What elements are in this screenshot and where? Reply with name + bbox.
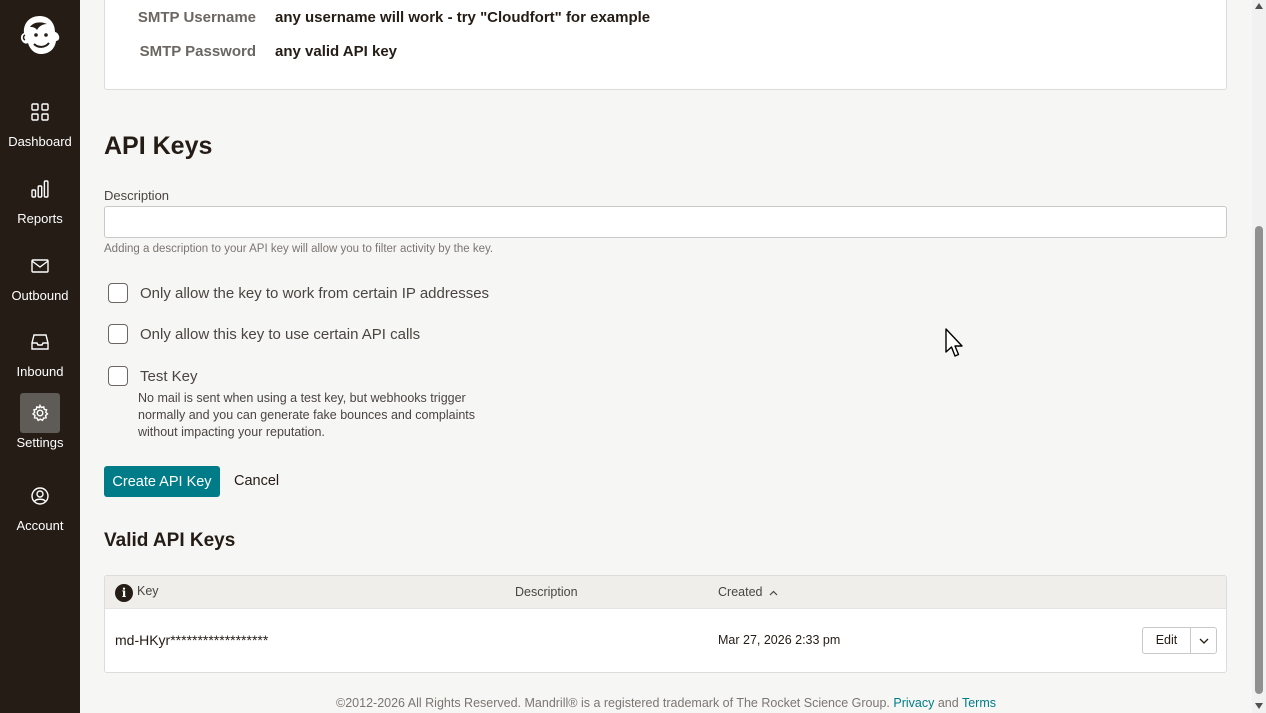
sidebar-item-label: Dashboard: [8, 134, 72, 149]
api-calls-restriction-label[interactable]: Only allow this key to use certain API c…: [140, 326, 420, 343]
sort-ascending-icon: [769, 590, 778, 596]
chevron-down-icon: [1199, 638, 1208, 644]
info-icon[interactable]: i: [115, 584, 133, 602]
sidebar: Dashboard Reports Outbound Inbound Setti…: [0, 0, 80, 713]
envelope-icon: [20, 246, 60, 286]
column-header-description[interactable]: Description: [515, 585, 578, 599]
smtp-username-row: SMTP Username any username will work - t…: [105, 9, 650, 26]
smtp-username-value: any username will work - try "Cloudfort"…: [275, 9, 651, 26]
api-key-value: md-HKyr******************: [115, 632, 269, 648]
smtp-credentials-card: SMTP Username any username will work - t…: [104, 0, 1227, 90]
column-header-created-label: Created: [718, 585, 763, 599]
smtp-password-label: SMTP Password: [139, 43, 256, 60]
create-api-key-button[interactable]: Create API Key: [104, 466, 220, 497]
smtp-username-label: SMTP Username: [137, 9, 256, 26]
column-header-created[interactable]: Created: [718, 585, 778, 599]
sidebar-item-inbound[interactable]: Inbound: [0, 322, 80, 392]
table-header: i Key Description Created: [105, 576, 1226, 609]
sidebar-item-outbound[interactable]: Outbound: [0, 246, 80, 316]
test-key-option: Test Key: [108, 366, 198, 386]
sidebar-item-label: Inbound: [16, 364, 64, 379]
terms-link[interactable]: Terms: [962, 696, 996, 710]
api-keys-heading: API Keys: [104, 132, 213, 160]
description-label: Description: [104, 188, 170, 203]
ip-restriction-option: Only allow the key to work from certain …: [108, 283, 489, 303]
sidebar-item-label: Reports: [17, 211, 63, 226]
description-input[interactable]: [104, 206, 1227, 238]
footer-copyright: ©2012-2026 All Rights Reserved. Mandrill…: [336, 696, 890, 710]
sidebar-item-account[interactable]: Account: [0, 476, 80, 546]
grid-icon: [20, 92, 60, 132]
mouse-cursor-icon: [945, 328, 963, 357]
api-keys-table: i Key Description Created md-HKyr*******…: [104, 575, 1227, 673]
ip-restriction-checkbox[interactable]: [108, 283, 128, 303]
footer-and: and: [937, 696, 959, 710]
column-header-key[interactable]: Key: [137, 584, 159, 598]
sidebar-item-label: Account: [16, 518, 64, 533]
valid-api-keys-heading: Valid API Keys: [104, 530, 236, 551]
test-key-note: No mail is sent when using a test key, b…: [138, 391, 476, 439]
test-key-label[interactable]: Test Key: [140, 368, 198, 385]
page-scrollbar[interactable]: [1252, 0, 1266, 713]
api-key-created: Mar 27, 2026 2:33 pm: [718, 633, 841, 647]
sidebar-item-reports[interactable]: Reports: [0, 169, 80, 239]
inbox-icon: [20, 322, 60, 362]
cancel-button[interactable]: Cancel: [234, 473, 279, 489]
api-calls-restriction-option: Only allow this key to use certain API c…: [108, 324, 420, 344]
scrollbar-thumb[interactable]: [1255, 226, 1263, 694]
description-help-text: Adding a description to your API key wil…: [104, 243, 494, 255]
edit-button[interactable]: Edit: [1142, 627, 1190, 654]
api-calls-restriction-checkbox[interactable]: [108, 324, 128, 344]
bar-chart-icon: [20, 169, 60, 209]
smtp-password-value: any valid API key: [275, 43, 398, 60]
scroll-up-arrow-icon[interactable]: [1255, 3, 1263, 9]
ip-restriction-label[interactable]: Only allow the key to work from certain …: [140, 285, 489, 302]
sidebar-item-dashboard[interactable]: Dashboard: [0, 92, 80, 162]
scroll-down-arrow-icon[interactable]: [1255, 703, 1263, 709]
row-actions-dropdown-button[interactable]: [1190, 627, 1217, 654]
test-key-checkbox[interactable]: [108, 366, 128, 386]
footer: ©2012-2026 All Rights Reserved. Mandrill…: [80, 696, 1252, 710]
privacy-link[interactable]: Privacy: [893, 696, 934, 710]
sidebar-item-label: Settings: [16, 435, 64, 450]
main-content: SMTP Username any username will work - t…: [80, 0, 1252, 713]
mandrill-logo-icon[interactable]: [19, 13, 61, 57]
sidebar-item-settings[interactable]: Settings: [0, 393, 80, 463]
gear-icon: [20, 393, 60, 433]
sidebar-item-label: Outbound: [11, 288, 69, 303]
smtp-password-row: SMTP Password any valid API key: [105, 43, 397, 60]
user-circle-icon: [20, 476, 60, 516]
